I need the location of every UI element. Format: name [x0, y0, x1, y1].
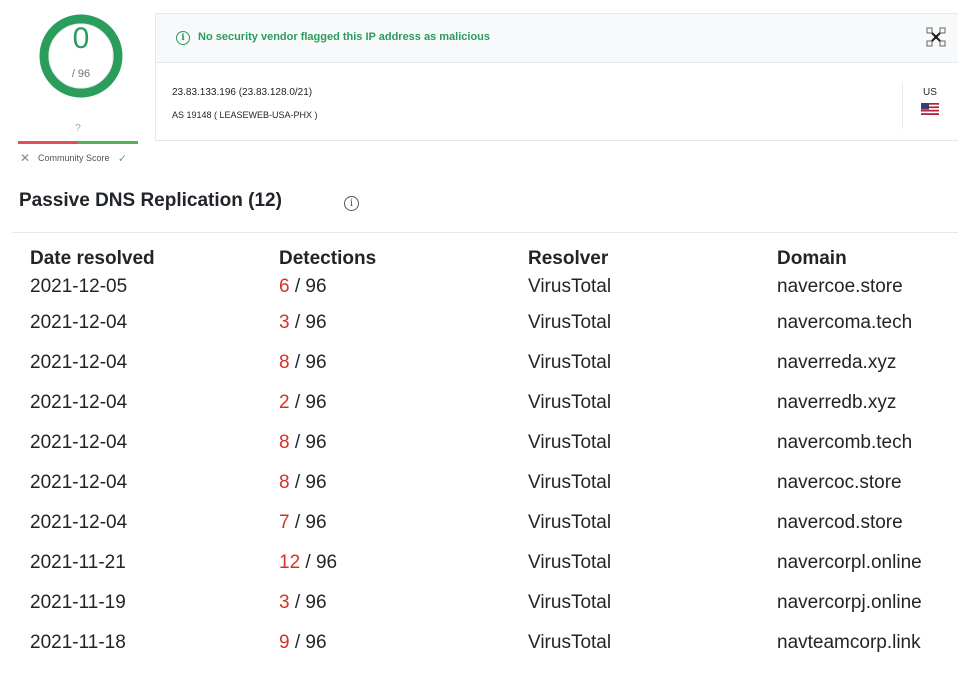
detection-count: 8 [279, 352, 290, 373]
country-code: US [923, 87, 937, 98]
country-divider [902, 83, 903, 129]
cell-detections: 8 / 96 [279, 432, 528, 454]
cell-detections: 3 / 96 [279, 592, 528, 614]
cell-resolver: VirusTotal [528, 432, 612, 453]
table-row: 2021-12-04 7 / 96 VirusTotal navercod.store [30, 503, 950, 543]
table-row: 2021-11-21 12 / 96 VirusTotal navercorpl.on… [30, 543, 950, 583]
cell-resolver: VirusTotal [528, 312, 612, 333]
cell-resolver: VirusTotal [528, 276, 612, 297]
column-header-date: Date resolved [30, 248, 155, 269]
ip-address: 23.83.133.196 (23.83.128.0/21) [172, 87, 313, 98]
cell-date: 2021-12-04 [30, 512, 128, 533]
detection-count: 3 [279, 312, 290, 333]
cell-detections: 6 / 96 [279, 276, 528, 298]
cell-domain-link[interactable]: navercoe.store [777, 276, 950, 298]
detection-count: 8 [279, 472, 290, 493]
verdict-banner: i No security vendor flagged this IP add… [156, 14, 958, 63]
community-score-value: ? [75, 123, 81, 134]
cell-date: 2021-12-05 [30, 276, 128, 297]
close-icon[interactable]: ✕ [18, 151, 32, 165]
cell-detections: 7 / 96 [279, 512, 528, 534]
cell-resolver: VirusTotal [528, 472, 612, 493]
autonomous-system: AS 19148 ( LEASEWEB-USA-PHX ) [172, 110, 318, 120]
detection-total: / 96 [300, 552, 338, 573]
cell-domain-link[interactable]: navercoma.tech [777, 312, 950, 334]
detection-count: 0 [72, 22, 90, 55]
info-icon[interactable]: i [344, 196, 359, 211]
cell-date: 2021-12-04 [30, 392, 128, 413]
detection-total: / 96 [289, 432, 327, 453]
cell-date: 2021-11-19 [30, 592, 126, 613]
info-icon: i [176, 31, 190, 45]
cell-domain-link[interactable]: navercomb.tech [777, 432, 950, 454]
section-title: Passive DNS Replication (12) [19, 190, 282, 211]
cell-domain-link[interactable]: navercod.store [777, 512, 950, 534]
cell-resolver: VirusTotal [528, 552, 612, 573]
detection-total: / 96 [289, 512, 327, 533]
cell-resolver: VirusTotal [528, 592, 612, 613]
table-header: Date resolved Detections Resolver Domain [30, 247, 950, 271]
verdict-message: No security vendor flagged this IP addre… [198, 31, 491, 43]
detection-total: / 96 [289, 312, 327, 333]
community-score-bar [18, 141, 138, 144]
cell-detections: 8 / 96 [279, 472, 528, 494]
check-icon[interactable]: ✓ [116, 152, 130, 165]
cell-detections: 2 / 96 [279, 392, 528, 414]
detection-count: 6 [279, 276, 290, 297]
detection-count: 12 [279, 552, 301, 573]
community-score-row: ✕ Community Score ✓ [18, 150, 144, 166]
cell-resolver: VirusTotal [528, 352, 612, 373]
cell-detections: 12 / 96 [279, 552, 528, 574]
cell-domain-link[interactable]: naverreda.xyz [777, 352, 950, 374]
table-row: 2021-12-05 6 / 96 VirusTotal navercoe.store [30, 271, 950, 303]
detection-count: 2 [279, 392, 290, 413]
table-row: 2021-12-04 8 / 96 VirusTotal navercomb.tech [30, 423, 950, 463]
table-row: 2021-12-04 3 / 96 VirusTotal navercoma.tech [30, 303, 950, 343]
table-body: 2021-12-05 6 / 96 VirusTotal navercoe.store… [30, 271, 950, 663]
table-row: 2021-11-19 3 / 96 VirusTotal navercorpj.onl… [30, 583, 950, 623]
column-header-detections: Detections [279, 248, 377, 269]
table-row: 2021-12-04 2 / 96 VirusTotal naverredb.xyz [30, 383, 950, 423]
detection-total: / 96 [71, 68, 91, 80]
cell-detections: 3 / 96 [279, 312, 528, 334]
cell-domain-link[interactable]: navteamcorp.link [777, 632, 950, 654]
detection-count: 8 [279, 432, 290, 453]
cell-date: 2021-12-04 [30, 352, 128, 373]
ip-summary-card: i No security vendor flagged this IP add… [155, 13, 958, 141]
cell-date: 2021-12-04 [30, 472, 128, 493]
detection-count: 7 [279, 512, 290, 533]
cell-resolver: VirusTotal [528, 632, 612, 653]
cell-resolver: VirusTotal [528, 392, 612, 413]
expand-graph-icon[interactable] [926, 27, 946, 47]
table-row: 2021-12-04 8 / 96 VirusTotal navercoc.store [30, 463, 950, 503]
detection-total: / 96 [289, 632, 327, 653]
cell-domain-link[interactable]: navercorpj.online [777, 592, 950, 614]
community-score-label: Community Score [38, 153, 110, 163]
detection-score-widget: 0 / 96 ? ✕ Community Score ✓ [0, 0, 160, 180]
cell-detections: 8 / 96 [279, 352, 528, 374]
detection-count: 3 [279, 592, 290, 613]
detection-total: / 96 [289, 472, 327, 493]
cell-date: 2021-12-04 [30, 312, 128, 333]
detection-total: / 96 [289, 276, 327, 297]
cell-domain-link[interactable]: naverredb.xyz [777, 392, 950, 414]
passive-dns-table: Date resolved Detections Resolver Domain… [30, 247, 950, 663]
cell-resolver: VirusTotal [528, 512, 612, 533]
cell-domain-link[interactable]: navercoc.store [777, 472, 950, 494]
cell-date: 2021-12-04 [30, 432, 128, 453]
detection-total: / 96 [289, 592, 327, 613]
divider [12, 232, 958, 233]
column-header-domain: Domain [777, 248, 847, 269]
table-row: 2021-11-18 9 / 96 VirusTotal navteamcorp.li… [30, 623, 950, 663]
detection-total: / 96 [289, 392, 327, 413]
table-row: 2021-12-04 8 / 96 VirusTotal naverreda.xyz [30, 343, 950, 383]
us-flag-icon [921, 102, 939, 115]
column-header-resolver: Resolver [528, 248, 609, 269]
cell-date: 2021-11-18 [30, 632, 126, 653]
cell-detections: 9 / 96 [279, 632, 528, 654]
cell-domain-link[interactable]: navercorpl.online [777, 552, 950, 574]
detection-count: 9 [279, 632, 290, 653]
detection-total: / 96 [289, 352, 327, 373]
cell-date: 2021-11-21 [30, 552, 126, 573]
